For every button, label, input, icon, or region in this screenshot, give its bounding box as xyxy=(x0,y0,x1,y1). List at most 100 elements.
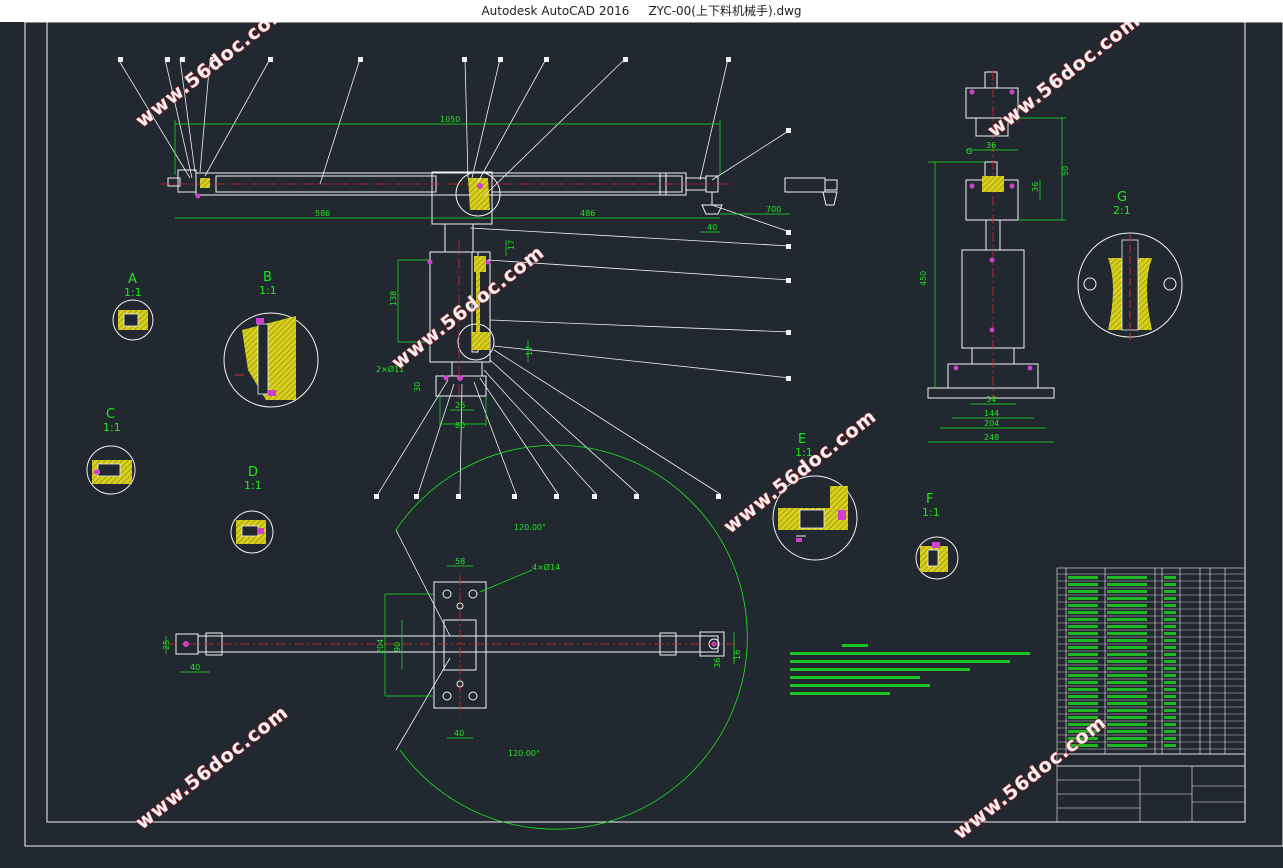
parts-cell-text xyxy=(1068,618,1098,621)
dim-base-248: 248 xyxy=(984,433,999,442)
window-title-bar: Autodesk AutoCAD 2016 ZYC-00(上下料机械手).dwg xyxy=(0,0,1283,22)
parts-cell-text xyxy=(1164,702,1176,705)
parts-cell-text xyxy=(1068,639,1098,642)
balloon-number xyxy=(358,57,363,62)
view-c-scale: 1:1 xyxy=(103,421,121,434)
parts-cell-text xyxy=(1107,632,1147,635)
dim-overall-length: 1050 xyxy=(440,115,460,124)
dim-end-offset: 700 xyxy=(766,205,781,214)
parts-cell-text xyxy=(1107,723,1147,726)
parts-cell-text xyxy=(1107,576,1147,579)
balloon-number xyxy=(544,57,549,62)
view-c-label: C xyxy=(106,407,115,422)
parts-cell-text xyxy=(1107,695,1147,698)
parts-cell-text xyxy=(1107,744,1147,747)
balloon-number xyxy=(786,230,791,235)
watermark-5: www.56doc.com xyxy=(132,701,293,834)
detail-view-c[interactable]: C 1:1 xyxy=(86,407,136,495)
plan-dimension-text: 58 4×Ø14 204 90 40 40 25 16 36 120.00° 1… xyxy=(162,523,742,758)
parts-cell-text xyxy=(1107,639,1147,642)
parts-cell-text xyxy=(1068,646,1098,649)
dim-top-off: 50 xyxy=(1061,166,1070,176)
view-g-label: G xyxy=(1117,190,1127,205)
parts-cell-text xyxy=(1164,618,1176,621)
parts-cell-text xyxy=(1107,583,1147,586)
balloon-number xyxy=(374,494,379,499)
parts-cell-text xyxy=(1164,625,1176,628)
parts-cell-text xyxy=(1164,716,1176,719)
parts-cell-text xyxy=(1068,590,1098,593)
parts-cell-text xyxy=(1107,730,1147,733)
parts-cell-text xyxy=(1164,632,1176,635)
balloon-number xyxy=(726,57,731,62)
view-a-label: A xyxy=(128,272,137,287)
dim-plan-58: 58 xyxy=(455,557,465,566)
balloon-number xyxy=(634,494,639,499)
parts-cell-text xyxy=(1107,674,1147,677)
parts-cell-text xyxy=(1068,688,1098,691)
dim-plan-25: 25 xyxy=(162,640,171,650)
dim-right-arm: 486 xyxy=(580,209,595,218)
balloon-number xyxy=(786,330,791,335)
balloon-number xyxy=(118,57,123,62)
parts-cell-text xyxy=(1107,716,1147,719)
parts-cell-text xyxy=(1068,611,1098,614)
parts-cell-text xyxy=(1068,674,1098,677)
parts-cell-text xyxy=(1164,737,1176,740)
dim-base-54: 54 xyxy=(986,395,996,404)
view-b-label: B xyxy=(263,270,272,285)
dim-plan-16: 16 xyxy=(733,650,742,660)
balloon-number xyxy=(554,494,559,499)
balloon-number xyxy=(414,494,419,499)
parts-cell-text xyxy=(1068,597,1098,600)
parts-cell-text xyxy=(1164,590,1176,593)
plan-view[interactable] xyxy=(175,444,748,830)
parts-cell-text xyxy=(1164,597,1176,600)
detail-view-f[interactable]: F 1:1 xyxy=(915,492,959,580)
parts-cell-text xyxy=(1164,674,1176,677)
parts-cell-text xyxy=(1107,653,1147,656)
dim-side-height: 450 xyxy=(919,271,928,286)
parts-cell-text xyxy=(1107,660,1147,663)
balloon-number xyxy=(716,494,721,499)
dim-plan-40b: 40 xyxy=(454,729,464,738)
parts-cell-text xyxy=(1164,583,1176,586)
watermark-6: www.56doc.com xyxy=(950,711,1111,844)
detail-view-d[interactable]: D 1:1 xyxy=(230,465,274,554)
view-d-label: D xyxy=(248,465,258,480)
detail-view-b[interactable]: B 1:1 xyxy=(223,270,319,408)
balloon-number xyxy=(498,57,503,62)
parts-cell-text xyxy=(1164,681,1176,684)
parts-cell-text xyxy=(1164,744,1176,747)
dim-plan-90: 90 xyxy=(393,642,402,652)
balloon-number xyxy=(786,376,791,381)
drawing-canvas[interactable]: 1050 586 486 700 40 138 2×Ø11 30 26 80 1… xyxy=(0,22,1283,868)
dim-side-h2: 17 xyxy=(525,346,534,356)
parts-cell-text xyxy=(1068,702,1098,705)
watermark-2: www.56doc.com xyxy=(984,22,1145,142)
parts-cell-text xyxy=(1164,730,1176,733)
view-d-scale: 1:1 xyxy=(244,479,262,492)
dim-side-h: 17 xyxy=(507,240,516,250)
balloon-number xyxy=(180,57,185,62)
dim-base-w1: 26 xyxy=(455,401,465,410)
dim-base-w2: 80 xyxy=(455,421,465,430)
parts-cell-text xyxy=(1164,709,1176,712)
parts-cell-text xyxy=(1164,639,1176,642)
balloon-number xyxy=(512,494,517,499)
parts-cell-text xyxy=(1107,688,1147,691)
dim-top-h: 36 xyxy=(1031,182,1040,192)
detail-view-g[interactable]: G 2:1 xyxy=(1077,190,1183,340)
parts-cell-text xyxy=(1068,681,1098,684)
parts-cell-text xyxy=(1164,611,1176,614)
technical-notes xyxy=(790,644,1030,695)
side-mark-g: G xyxy=(966,147,972,156)
detail-view-a[interactable]: A 1:1 xyxy=(112,272,154,341)
parts-cell-text xyxy=(1068,604,1098,607)
watermark-1: www.56doc.com xyxy=(132,22,293,132)
dim-plan-204: 204 xyxy=(376,639,385,654)
drawing-border-inner xyxy=(46,22,1246,823)
front-view[interactable] xyxy=(167,169,838,253)
parts-cell-text xyxy=(1164,723,1176,726)
parts-cell-text xyxy=(1107,709,1147,712)
